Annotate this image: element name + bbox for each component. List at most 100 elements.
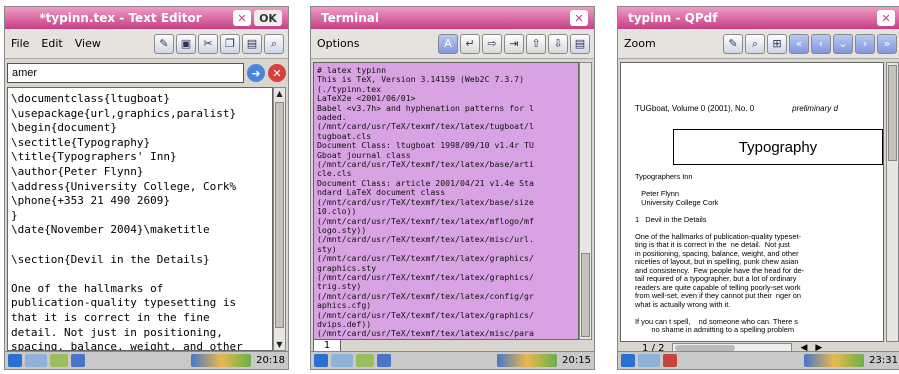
pdf-page-view[interactable]: TUGboat, Volume 0 (2001), No. 0 prelimina…: [620, 62, 884, 342]
menu-options[interactable]: Options: [315, 35, 361, 52]
running-header: TUGboat, Volume 0 (2001), No. 0 prelimina…: [635, 104, 838, 113]
edit-icon[interactable]: ✎: [723, 33, 743, 54]
editor-scrollbar[interactable]: ▲ ▼: [273, 87, 286, 351]
pdf-vertical-scrollbar[interactable]: [886, 62, 899, 342]
pdf-app-icon[interactable]: [663, 354, 677, 367]
taskbar: 23:31: [618, 351, 899, 369]
section-box-title: Typography: [673, 129, 883, 165]
editor-line: detail. Not just in positioning,: [11, 325, 223, 339]
terminal-menubar: Options A ↵ ⇨ ⇥ ⇧ ⇩ ▤: [311, 29, 594, 59]
keyboard-icon[interactable]: [25, 354, 47, 367]
systray-icon: [191, 354, 252, 367]
previous-page-icon[interactable]: ‹: [811, 33, 831, 54]
paste-icon[interactable]: ▤: [570, 33, 590, 54]
editor-line: publication-quality typesetting is: [11, 296, 237, 310]
app-icon[interactable]: [356, 354, 374, 367]
pdf-text-line: University College Cork: [635, 197, 719, 207]
editor-line: \begin{document}: [11, 121, 117, 135]
clock: 23:31: [869, 355, 898, 366]
enter-key-icon[interactable]: ↵: [460, 33, 480, 54]
start-menu-icon[interactable]: [621, 354, 635, 367]
editor-toolbar: ✎ ▣ ✂ ❐ ▤ ⌕: [154, 33, 284, 54]
menu-file[interactable]: File: [9, 35, 31, 52]
find-icon[interactable]: ⌕: [745, 33, 765, 54]
find-bar: ➜ ✕: [7, 62, 286, 84]
task-icon[interactable]: [377, 354, 391, 367]
editor-text-area[interactable]: \documentclass{ltugboat} \usepackage{url,…: [7, 87, 273, 351]
find-icon[interactable]: ⌕: [264, 33, 284, 54]
editor-line: One of the hallmarks of: [11, 281, 164, 295]
up-key-icon[interactable]: ⇧: [526, 33, 546, 54]
scroll-thumb[interactable]: [275, 102, 284, 328]
taskbar: 20:18: [5, 351, 288, 369]
scroll-up-icon[interactable]: ▲: [274, 88, 285, 99]
font-icon[interactable]: A: [438, 33, 458, 54]
down-key-icon[interactable]: ⇩: [548, 33, 568, 54]
editor-line: spacing, balance, weight, and other: [11, 340, 243, 351]
editor-line: \sectitle{Typography}: [11, 135, 151, 149]
terminal-title: Terminal: [321, 11, 380, 25]
copy-icon[interactable]: ❐: [220, 33, 240, 54]
header-left: TUGboat, Volume 0 (2001), No. 0: [635, 104, 755, 113]
last-page-icon[interactable]: »: [877, 33, 897, 54]
pdf-text-line: what is actually wrong with it.: [635, 299, 731, 309]
end-key-icon[interactable]: ⇥: [504, 33, 524, 54]
fit-page-icon[interactable]: ⊞: [767, 33, 787, 54]
scroll-down-icon[interactable]: ⌄: [833, 33, 853, 54]
scroll-down-icon[interactable]: ▼: [274, 339, 285, 350]
start-menu-icon[interactable]: [314, 354, 328, 367]
menu-view[interactable]: View: [73, 35, 103, 52]
taskbar: 20:15: [311, 351, 594, 369]
editor-menubar: File Edit View ✎ ▣ ✂ ❐ ▤ ⌕: [5, 29, 288, 59]
cut-icon[interactable]: ✂: [198, 33, 218, 54]
find-next-button[interactable]: ➜: [247, 64, 265, 82]
pdf-viewer-window: typinn - QPdf ✕ Zoom ✎ ⌕ ⊞ « ‹ ⌄ › » TUG…: [617, 6, 899, 370]
keyboard-icon[interactable]: [331, 354, 353, 367]
tab-key-icon[interactable]: ⇨: [482, 33, 502, 54]
menu-edit[interactable]: Edit: [39, 35, 64, 52]
pdf-toolbar: ✎ ⌕ ⊞ « ‹ ⌄ › »: [723, 33, 897, 54]
pdf-text-line: Typographers Inn: [635, 172, 693, 181]
terminal-titlebar: Terminal ✕: [311, 7, 594, 29]
editor-line: \usepackage{url,graphics,paralist}: [11, 106, 237, 120]
terminal-output[interactable]: # latex typinn This is TeX, Version 3.141…: [313, 62, 579, 340]
pdf-menubar: Zoom ✎ ⌕ ⊞ « ‹ ⌄ › »: [618, 29, 899, 59]
editor-line: \title{Typographers' Inn}: [11, 150, 177, 164]
editor-line: that it is correct in the fine: [11, 310, 210, 324]
app-icon[interactable]: [50, 354, 68, 367]
pdf-titlebar: typinn - QPdf ✕: [618, 7, 899, 29]
pdf-text-line: 1 Devil in the Details: [635, 214, 707, 224]
editor-line: \address{University College, Cork%: [11, 179, 237, 193]
next-page-icon[interactable]: ›: [855, 33, 875, 54]
task-icon[interactable]: [71, 354, 85, 367]
new-document-icon[interactable]: ✎: [154, 33, 174, 54]
close-button[interactable]: ✕: [570, 10, 588, 26]
editor-line: \section{Devil in the Details}: [11, 252, 210, 266]
paste-icon[interactable]: ▤: [242, 33, 262, 54]
close-button[interactable]: ✕: [877, 10, 895, 26]
menu-zoom[interactable]: Zoom: [622, 35, 658, 52]
ok-button[interactable]: OK: [254, 10, 282, 26]
search-input[interactable]: [7, 63, 244, 83]
editor-titlebar: *typinn.tex - Text Editor ✕ OK: [5, 7, 288, 29]
scroll-thumb[interactable]: [888, 65, 897, 161]
editor-line: }: [11, 208, 18, 222]
terminal-scrollbar[interactable]: [579, 62, 592, 340]
close-find-button[interactable]: ✕: [268, 64, 286, 82]
header-right: preliminary d: [792, 104, 838, 113]
save-icon[interactable]: ▣: [176, 33, 196, 54]
close-button[interactable]: ✕: [233, 10, 251, 26]
clock: 20:18: [256, 355, 285, 366]
scroll-thumb[interactable]: [581, 253, 590, 337]
editor-line: \phone{+353 21 490 2609}: [11, 194, 170, 208]
clock: 20:15: [562, 355, 591, 366]
systray-icon: [497, 354, 558, 367]
start-menu-icon[interactable]: [8, 354, 22, 367]
first-page-icon[interactable]: «: [789, 33, 809, 54]
editor-line: \documentclass{ltugboat}: [11, 92, 170, 105]
terminal-window: Terminal ✕ Options A ↵ ⇨ ⇥ ⇧ ⇩ ▤ # latex…: [310, 6, 595, 370]
pdf-body-text: Typographers Inn Peter Flynn University …: [635, 172, 883, 335]
keyboard-icon[interactable]: [638, 354, 660, 367]
